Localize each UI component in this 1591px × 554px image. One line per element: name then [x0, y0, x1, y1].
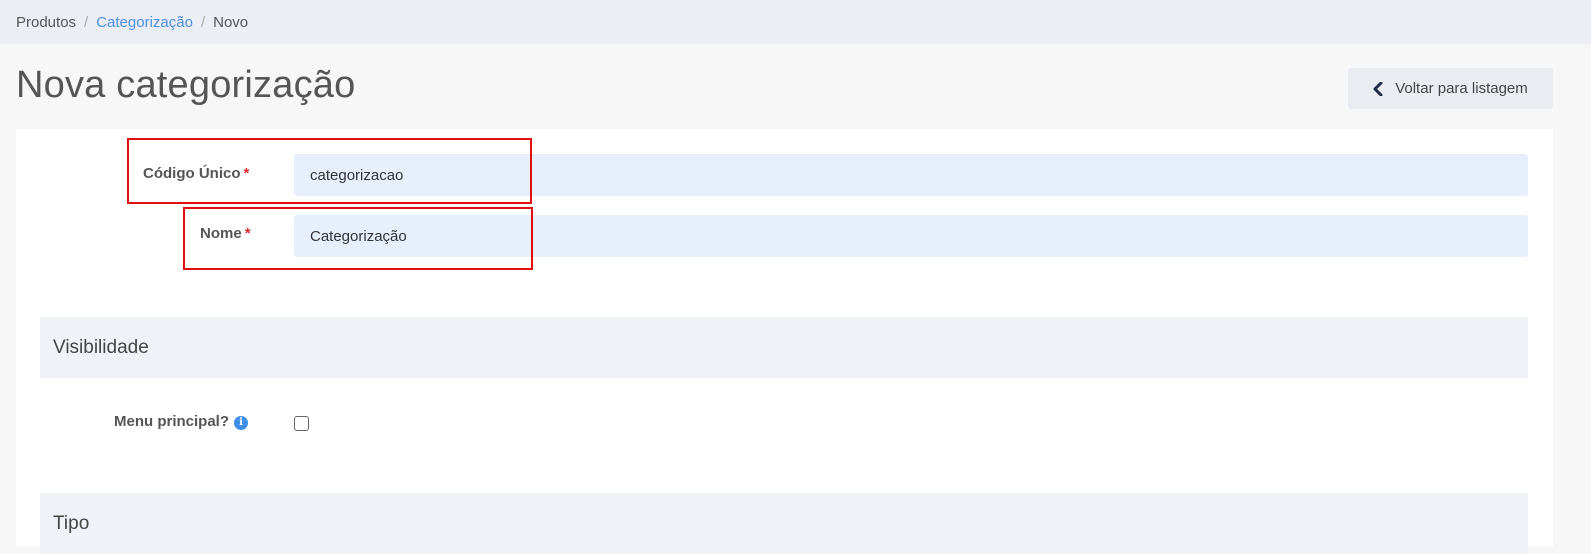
form-card: Código Único* Nome* Visibilidade Menu pr…	[16, 129, 1553, 554]
codigo-unico-label-text: Código Único	[143, 165, 241, 182]
section-tipo: Tipo	[40, 493, 1528, 554]
required-mark: *	[244, 225, 251, 242]
section-tipo-title: Tipo	[53, 512, 90, 534]
required-mark: *	[243, 165, 250, 182]
chevron-left-icon	[1373, 81, 1383, 96]
menu-principal-label: Menu principal? i	[114, 413, 249, 430]
breadcrumb-item-novo: Novo	[213, 13, 249, 31]
back-button-label: Voltar para listagem	[1395, 80, 1528, 97]
breadcrumb: Produtos / Categorização / Novo	[0, 0, 1591, 44]
nome-label: Nome *	[200, 225, 251, 242]
nome-input[interactable]	[294, 215, 1528, 257]
breadcrumb-separator: /	[84, 13, 89, 31]
breadcrumb-item-categorizacao[interactable]: Categorização	[96, 14, 193, 31]
breadcrumb-item-produtos[interactable]: Produtos	[16, 14, 76, 31]
back-to-list-button[interactable]: Voltar para listagem	[1348, 68, 1553, 109]
codigo-unico-label: Código Único *	[143, 165, 249, 182]
menu-principal-label-text: Menu principal?	[114, 413, 230, 430]
menu-principal-checkbox[interactable]	[294, 416, 309, 431]
breadcrumb-separator: /	[200, 13, 206, 31]
page-title: Nova categorização	[16, 64, 356, 106]
nome-label-text: Nome	[200, 225, 242, 242]
info-icon[interactable]: i	[234, 415, 249, 430]
codigo-unico-input[interactable]	[294, 154, 1528, 196]
section-visibilidade: Visibilidade	[40, 317, 1528, 378]
section-visibilidade-title: Visibilidade	[53, 336, 149, 358]
